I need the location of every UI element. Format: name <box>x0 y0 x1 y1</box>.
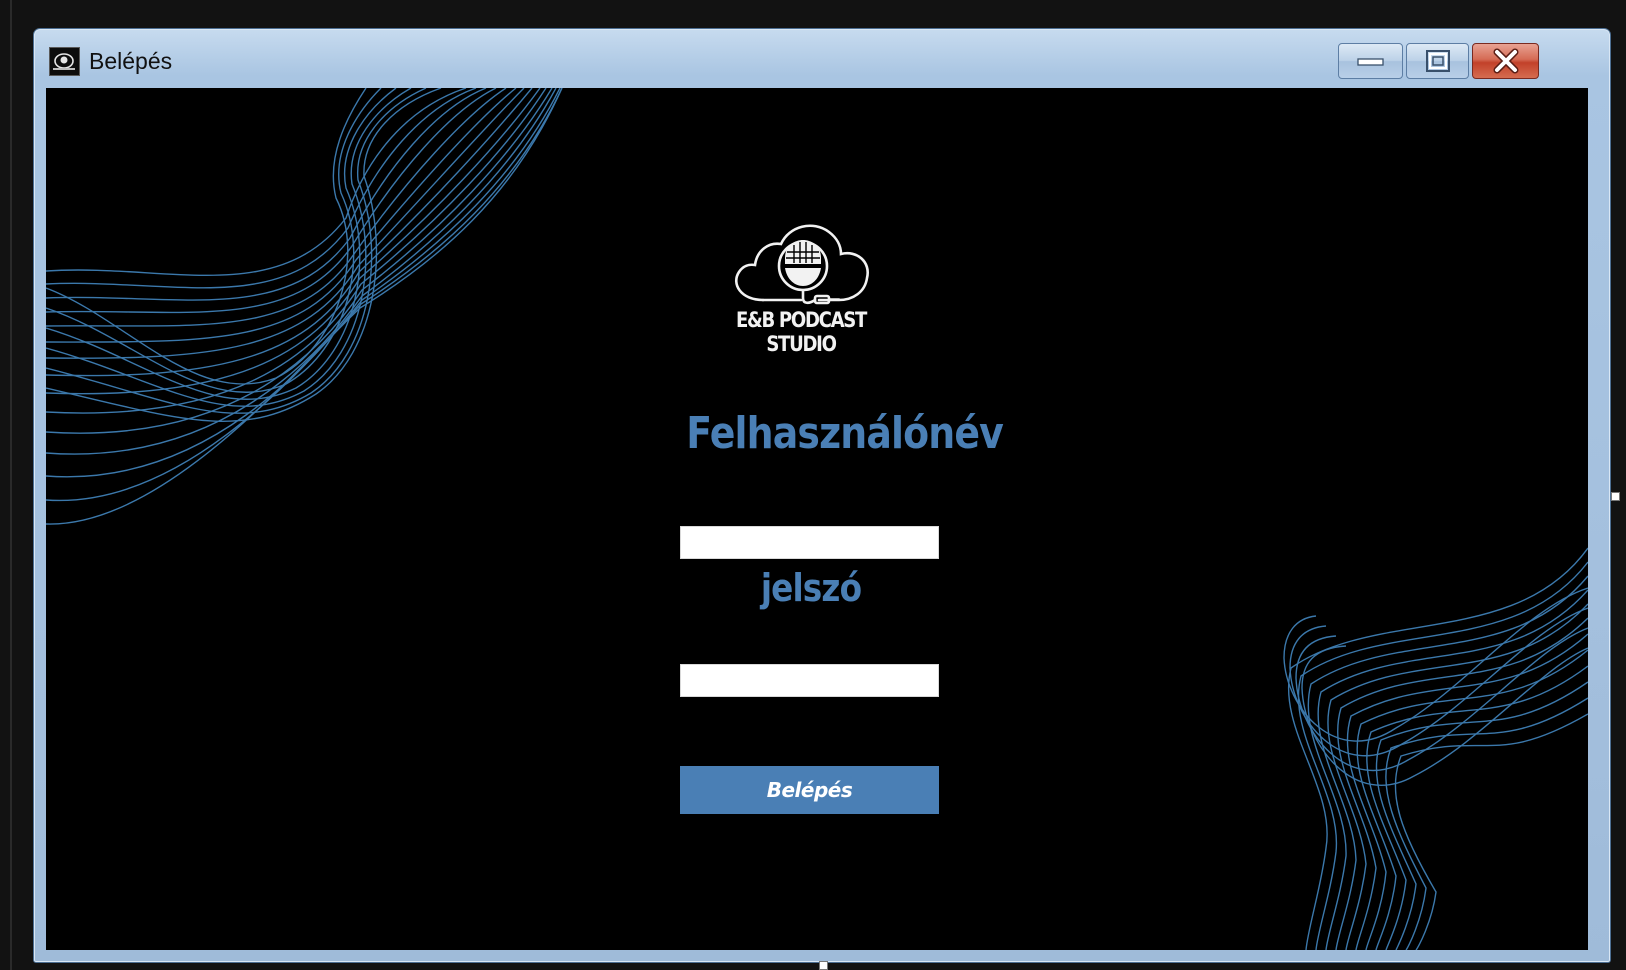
minimize-icon <box>1356 58 1384 66</box>
close-icon <box>1493 48 1518 74</box>
screen: Belépés E&B PODCAST STUDIO Felhasználóné… <box>0 0 1626 970</box>
resize-handle-right[interactable] <box>1611 492 1620 501</box>
cloud-microphone-logo <box>734 224 869 305</box>
title-bar[interactable]: Belépés <box>34 29 1610 89</box>
login-panel: E&B PODCAST STUDIO Felhasználónév jelszó… <box>46 88 1588 950</box>
password-field[interactable] <box>680 664 939 697</box>
maximize-icon <box>1425 50 1450 72</box>
password-label: jelszó <box>760 566 862 610</box>
screen-edge <box>10 0 12 970</box>
resize-handle-bottom[interactable] <box>819 961 828 970</box>
login-button[interactable]: Belépés <box>680 766 939 814</box>
close-button[interactable] <box>1472 43 1539 79</box>
username-label: Felhasználónév <box>686 408 1004 459</box>
window-title: Belépés <box>89 48 173 74</box>
brand-logo: E&B PODCAST STUDIO <box>701 214 901 356</box>
brand-name: E&B PODCAST STUDIO <box>735 308 867 356</box>
login-window: Belépés E&B PODCAST STUDIO Felhasználóné… <box>33 28 1611 963</box>
maximize-button[interactable] <box>1406 43 1469 79</box>
username-field[interactable] <box>680 526 939 559</box>
minimize-button[interactable] <box>1338 43 1403 79</box>
microphone-app-icon <box>49 47 80 76</box>
